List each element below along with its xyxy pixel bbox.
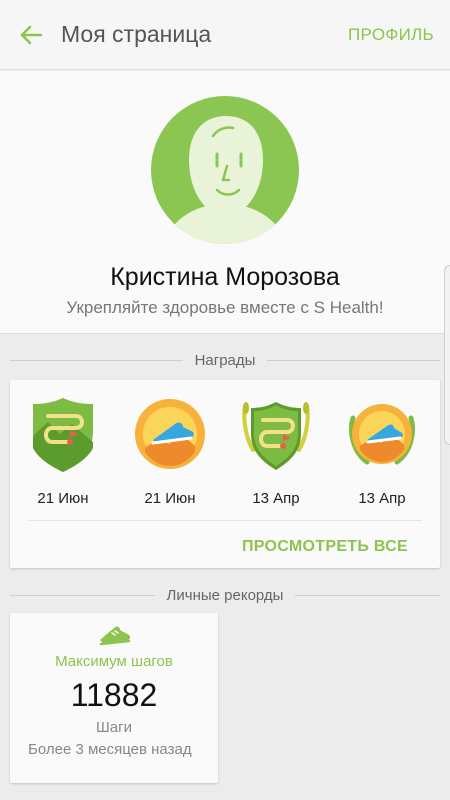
sneaker-gold-medal-icon (135, 399, 205, 469)
route-shield-badge-icon (33, 398, 93, 472)
person-icon (162, 116, 288, 244)
record-unit: Шаги (96, 719, 132, 736)
divider (267, 359, 440, 361)
award-item[interactable]: 21 Июн (125, 396, 215, 507)
view-all-button[interactable]: ПРОСМОТРЕТЬ ВСЕ (242, 538, 408, 556)
page-title: Моя страница (61, 21, 212, 47)
max-steps-record-card[interactable]: Максимум шагов 11882 Шаги Более 3 месяце… (10, 613, 218, 783)
divider (10, 594, 155, 596)
app-bar: Моя страница ПРОФИЛЬ (0, 0, 450, 70)
award-date: 13 Апр (252, 490, 300, 507)
user-name: Кристина Морозова (110, 263, 340, 291)
avatar[interactable] (151, 96, 299, 244)
route-shield-laurel-badge-icon (242, 402, 310, 470)
divider (28, 520, 422, 521)
divider (10, 359, 183, 361)
award-date: 21 Июн (37, 490, 89, 507)
award-date: 21 Июн (144, 490, 196, 507)
award-date: 13 Апр (358, 490, 406, 507)
record-date-note: Более 3 месяцев назад (28, 741, 192, 758)
user-subtitle: Укрепляйте здоровье вместе с S Health! (66, 298, 384, 317)
award-item[interactable]: 13 Апр (337, 396, 427, 507)
award-item[interactable]: 21 Июн (18, 396, 108, 507)
divider (295, 594, 440, 596)
awards-card: 21 Июн 21 Июн 13 Апр 13 Апр ПРОСМОТРЕТЬ … (10, 380, 440, 568)
back-button[interactable] (14, 18, 48, 52)
record-value: 11882 (70, 677, 158, 713)
profile-card: Кристина Морозова Укрепляйте здоровье вм… (0, 71, 450, 334)
records-section-header: Личные рекорды (10, 585, 440, 605)
profile-button[interactable]: ПРОФИЛЬ (348, 25, 434, 45)
award-item[interactable]: 13 Апр (231, 396, 321, 507)
awards-section-title: Награды (194, 351, 256, 369)
awards-section-header: Награды (10, 350, 440, 370)
records-section-title: Личные рекорды (166, 586, 284, 604)
sneaker-icon (99, 626, 131, 646)
edge-panel-handle[interactable] (444, 265, 450, 445)
record-title: Максимум шагов (55, 653, 173, 670)
sneaker-gold-laurel-medal-icon (349, 404, 415, 465)
back-arrow-icon (20, 25, 43, 45)
